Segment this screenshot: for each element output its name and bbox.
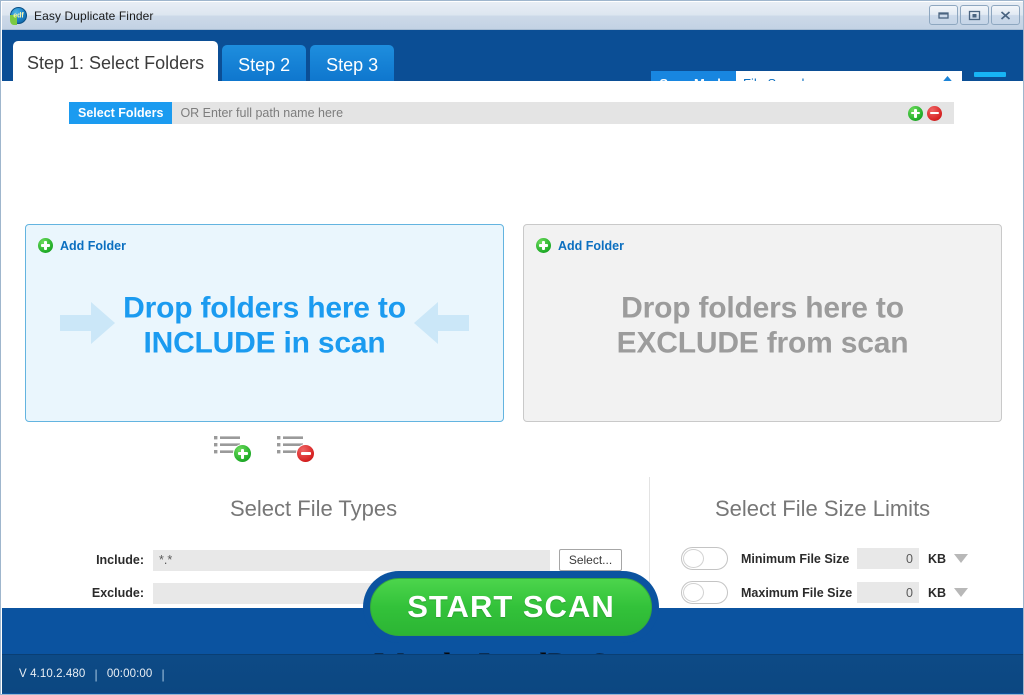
status-separator-1: | — [94, 666, 98, 682]
close-button[interactable] — [991, 5, 1020, 25]
include-drop-zone[interactable]: Add Folder Drop folders here to INCLUDE … — [25, 224, 504, 422]
file-size-limits-title: Select File Size Limits — [715, 496, 931, 521]
window-title: Easy Duplicate Finder — [34, 8, 154, 23]
drop-zones: Add Folder Drop folders here to INCLUDE … — [25, 224, 1002, 422]
remove-circle-icon[interactable] — [927, 105, 942, 121]
add-folder-icon — [536, 238, 551, 253]
include-drop-line-2: INCLUDE in scan — [143, 326, 386, 360]
include-add-folder-button[interactable]: Add Folder — [38, 238, 126, 253]
step-tabs: Step 1: Select Folders Step 2 Step 3 — [13, 41, 395, 85]
exclude-drop-text: Drop folders here to EXCLUDE from scan — [524, 290, 1001, 361]
exclude-add-folder-button[interactable]: Add Folder — [536, 238, 624, 253]
minimum-file-size-label: Minimum File Size — [741, 551, 850, 566]
exclude-drop-line-2: EXCLUDE from scan — [616, 326, 909, 360]
minimum-file-size-input[interactable]: 0 — [857, 548, 919, 569]
select-folders-bar: Select Folders OR Enter full path name h… — [69, 102, 954, 124]
select-folders-button[interactable]: Select Folders — [69, 102, 173, 124]
minimum-file-size-row: Minimum File Size 0 KB — [681, 547, 968, 570]
exclude-add-folder-label: Add Folder — [558, 238, 624, 253]
tab-step-1[interactable]: Step 1: Select Folders — [13, 41, 219, 85]
restore-button[interactable] — [960, 5, 989, 25]
maximum-file-size-unit: KB — [928, 585, 947, 600]
title-bar: Easy Duplicate Finder — [2, 2, 1023, 30]
application-window: Easy Duplicate Finder — [0, 0, 1024, 695]
main-content: Select Folders OR Enter full path name h… — [2, 81, 1023, 629]
include-add-folder-label: Add Folder — [60, 238, 126, 253]
include-drop-text: Drop folders here to INCLUDE in scan — [26, 290, 503, 361]
tab-step-3[interactable]: Step 3 — [310, 45, 395, 85]
status-separator-2: | — [161, 666, 165, 682]
folder-list-actions — [214, 433, 315, 463]
add-circle-icon[interactable] — [908, 105, 923, 121]
timer-text: 00:00:00 — [106, 668, 153, 680]
version-text: V 4.10.2.480 — [19, 668, 86, 680]
minimum-file-size-toggle[interactable] — [681, 547, 728, 570]
maximum-unit-dropdown-icon[interactable] — [954, 588, 968, 597]
minimum-unit-dropdown-icon[interactable] — [954, 554, 968, 563]
header-band: Step 1: Select Folders Step 2 Step 3 Sca… — [2, 30, 1023, 96]
include-file-types-label: Include: — [96, 553, 144, 567]
include-select-button[interactable]: Select... — [559, 549, 622, 571]
remove-list-item-icon[interactable] — [277, 433, 315, 463]
restore-icon — [968, 10, 981, 20]
maximum-file-size-label: Maximum File Size — [741, 585, 853, 600]
path-bar-actions — [908, 105, 954, 121]
start-scan-label: START SCAN — [370, 578, 652, 636]
close-icon — [1000, 10, 1011, 20]
edf-logo-icon — [10, 7, 27, 25]
tab-step-2[interactable]: Step 2 — [222, 45, 307, 85]
add-list-item-icon[interactable] — [214, 433, 252, 463]
include-drop-line-1: Drop folders here to — [123, 291, 406, 325]
minimize-icon — [938, 12, 949, 19]
maximum-file-size-input[interactable]: 0 — [857, 582, 919, 603]
window-controls — [929, 5, 1020, 25]
exclude-file-types-label: Exclude: — [91, 586, 144, 600]
start-scan-button[interactable]: START SCAN — [363, 571, 659, 643]
exclude-drop-line-1: Drop folders here to — [621, 291, 904, 325]
minimum-file-size-unit: KB — [928, 551, 947, 566]
maximum-file-size-toggle[interactable] — [681, 581, 728, 604]
folder-path-input[interactable]: OR Enter full path name here — [172, 102, 908, 124]
file-types-title: Select File Types — [230, 496, 398, 521]
maximum-file-size-row: Maximum File Size 0 KB — [681, 581, 968, 604]
include-file-types-row: Include: *.* Select... — [82, 549, 622, 571]
minimize-button[interactable] — [929, 5, 958, 25]
exclude-drop-zone[interactable]: Add Folder Drop folders here to EXCLUDE … — [523, 224, 1002, 422]
add-folder-icon — [38, 238, 53, 253]
include-file-types-input[interactable]: *.* — [153, 549, 550, 571]
status-bar: V 4.10.2.480 | 00:00:00 | — [2, 654, 1023, 693]
